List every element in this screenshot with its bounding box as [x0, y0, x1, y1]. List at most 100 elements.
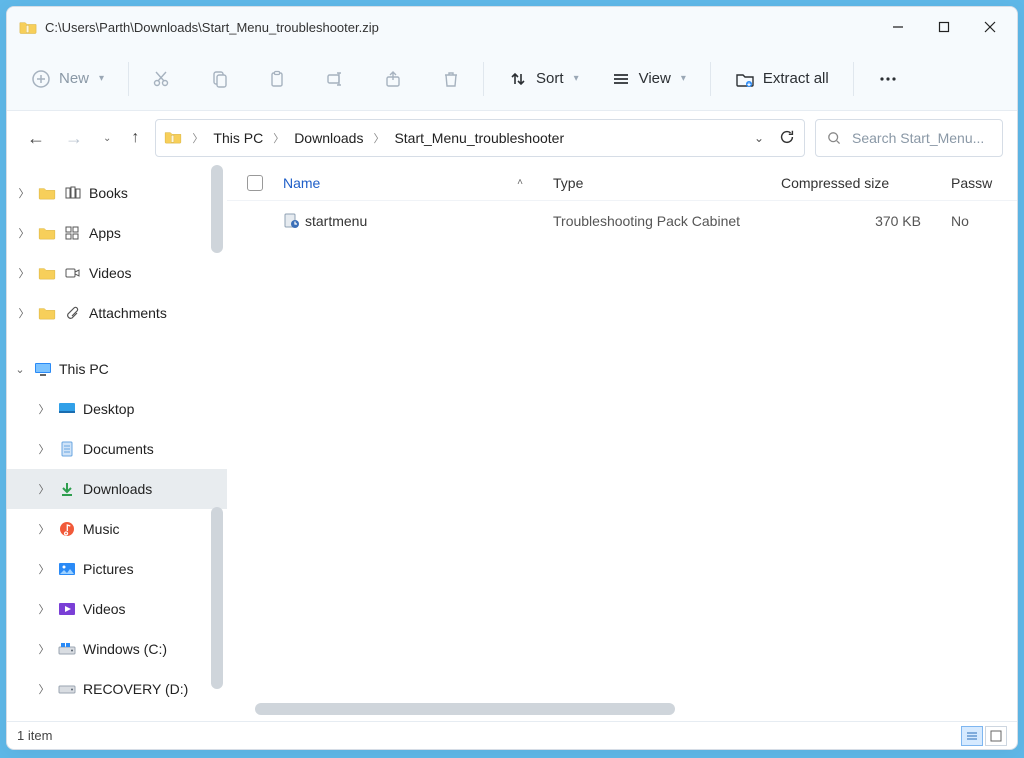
sort-icon	[508, 69, 528, 89]
sidebar-item-videos[interactable]: 〉 Videos	[7, 589, 227, 629]
thumbnail-view-button[interactable]	[985, 726, 1007, 746]
column-header-size[interactable]: Compressed size	[781, 175, 951, 191]
file-password: No	[951, 213, 1017, 229]
horizontal-scrollbar-thumb[interactable]	[255, 703, 675, 715]
extract-label: Extract all	[763, 70, 829, 87]
sidebar-item-this-pc[interactable]: ⌄ This PC	[7, 349, 227, 389]
drive-icon	[57, 641, 77, 657]
scissors-icon	[151, 69, 171, 89]
sidebar: 〉 Books 〉 Apps 〉 Videos 〉 Atta	[7, 165, 227, 721]
new-button[interactable]: New ▾	[21, 63, 114, 95]
rename-button[interactable]	[317, 63, 353, 95]
up-button[interactable]: ↑	[131, 129, 139, 147]
sidebar-item-recovery-d[interactable]: 〉 RECOVERY (D:)	[7, 669, 227, 709]
sidebar-item-books[interactable]: 〉 Books	[7, 173, 227, 213]
chevron-down-icon: ▾	[681, 73, 686, 84]
folder-icon	[37, 185, 57, 201]
forward-button[interactable]: →	[65, 128, 83, 149]
chevron-right-icon[interactable]: 〉	[17, 225, 31, 241]
chevron-right-icon[interactable]: 〉	[37, 481, 51, 497]
delete-button[interactable]	[433, 63, 469, 95]
desktop-icon	[57, 401, 77, 417]
sidebar-label: Attachments	[89, 305, 167, 321]
share-icon	[383, 69, 403, 89]
breadcrumb-root[interactable]: This PC	[213, 130, 263, 146]
sidebar-item-desktop[interactable]: 〉 Desktop	[7, 389, 227, 429]
chevron-right-icon[interactable]: 〉	[273, 130, 284, 146]
column-header-name[interactable]: Name ˄	[283, 175, 553, 191]
breadcrumb-mid[interactable]: Downloads	[294, 130, 363, 146]
paperclip-sub-icon	[63, 305, 83, 321]
details-view-button[interactable]	[961, 726, 983, 746]
horizontal-scrollbar[interactable]	[255, 703, 1007, 715]
chevron-down-icon[interactable]: ⌄	[13, 363, 27, 376]
sidebar-label: Music	[83, 521, 120, 537]
chevron-right-icon[interactable]: 〉	[373, 130, 384, 146]
sidebar-item-videos-quick[interactable]: 〉 Videos	[7, 253, 227, 293]
refresh-button[interactable]	[778, 128, 796, 149]
extract-all-button[interactable]: Extract all	[725, 63, 839, 95]
sidebar-item-windows-c[interactable]: 〉 Windows (C:)	[7, 629, 227, 669]
close-button[interactable]	[967, 7, 1013, 47]
back-button[interactable]: ←	[27, 128, 45, 149]
sidebar-label: Windows (C:)	[83, 641, 167, 657]
copy-button[interactable]	[201, 63, 237, 95]
documents-icon	[57, 441, 77, 457]
sidebar-label: Apps	[89, 225, 121, 241]
chevron-right-icon[interactable]: 〉	[17, 265, 31, 281]
sidebar-scrollbar-thumb-lower[interactable]	[211, 507, 223, 689]
view-button[interactable]: View ▾	[601, 63, 696, 95]
sidebar-label: Videos	[83, 601, 126, 617]
sort-label: Sort	[536, 70, 564, 87]
chevron-right-icon[interactable]: 〉	[37, 561, 51, 577]
sidebar-item-documents[interactable]: 〉 Documents	[7, 429, 227, 469]
recent-locations-button[interactable]: ⌄	[103, 133, 111, 144]
chevron-right-icon[interactable]: 〉	[37, 681, 51, 697]
chevron-down-icon: ▾	[574, 73, 579, 84]
drive-icon	[57, 681, 77, 697]
sidebar-item-pictures[interactable]: 〉 Pictures	[7, 549, 227, 589]
sidebar-item-attachments[interactable]: 〉 Attachments	[7, 293, 227, 333]
cut-button[interactable]	[143, 63, 179, 95]
share-button[interactable]	[375, 63, 411, 95]
plus-circle-icon	[31, 69, 51, 89]
search-icon	[826, 130, 842, 146]
search-input[interactable]	[852, 130, 992, 146]
window-title: C:\Users\Parth\Downloads\Start_Menu_trou…	[45, 20, 379, 35]
address-bar[interactable]: 〉 This PC 〉 Downloads 〉 Start_Menu_troub…	[155, 119, 805, 157]
sidebar-item-apps[interactable]: 〉 Apps	[7, 213, 227, 253]
file-row[interactable]: startmenu Troubleshooting Pack Cabinet 3…	[227, 201, 1017, 241]
trash-icon	[441, 69, 461, 89]
select-all-checkbox[interactable]	[247, 175, 283, 191]
chevron-right-icon[interactable]: 〉	[37, 401, 51, 417]
separator	[128, 62, 129, 96]
sidebar-item-downloads[interactable]: 〉 Downloads	[7, 469, 227, 509]
search-box[interactable]	[815, 119, 1003, 157]
chevron-right-icon[interactable]: 〉	[37, 601, 51, 617]
sidebar-scrollbar-thumb-upper[interactable]	[211, 165, 223, 253]
sort-button[interactable]: Sort ▾	[498, 63, 589, 95]
chevron-right-icon[interactable]: 〉	[192, 130, 203, 146]
clipboard-icon	[267, 69, 287, 89]
download-icon	[57, 481, 77, 497]
maximize-button[interactable]	[921, 7, 967, 47]
view-toggle	[961, 726, 1007, 746]
chevron-right-icon[interactable]: 〉	[17, 185, 31, 201]
more-button[interactable]	[868, 63, 908, 95]
titlebar[interactable]: C:\Users\Parth\Downloads\Start_Menu_trou…	[7, 7, 1017, 47]
chevron-right-icon[interactable]: 〉	[17, 305, 31, 321]
breadcrumb-leaf[interactable]: Start_Menu_troubleshooter	[394, 130, 564, 146]
sidebar-item-music[interactable]: 〉 Music	[7, 509, 227, 549]
column-header-type[interactable]: Type	[553, 175, 781, 191]
chevron-right-icon[interactable]: 〉	[37, 641, 51, 657]
column-header-password[interactable]: Passw	[951, 175, 1017, 191]
sidebar-label: Downloads	[83, 481, 152, 497]
column-name-label: Name	[283, 175, 320, 191]
minimize-button[interactable]	[875, 7, 921, 47]
chevron-right-icon[interactable]: 〉	[37, 521, 51, 537]
extract-icon	[735, 69, 755, 89]
address-history-button[interactable]: ⌄	[748, 131, 770, 145]
paste-button[interactable]	[259, 63, 295, 95]
chevron-right-icon[interactable]: 〉	[37, 441, 51, 457]
monitor-icon	[33, 361, 53, 377]
